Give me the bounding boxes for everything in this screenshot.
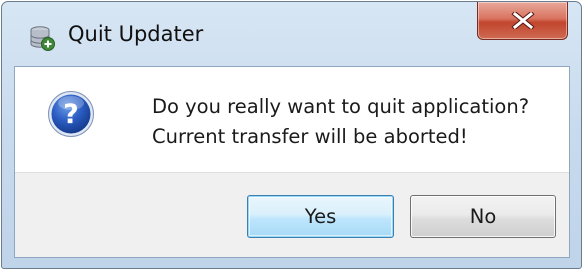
dialog-client-area: ? Do you really want to quit application… [14,66,570,258]
close-button[interactable] [477,2,568,40]
svg-text:?: ? [63,99,79,130]
message-area: ? Do you really want to quit application… [15,67,569,172]
dialog-window: Quit Updater ? Do you really want to qui… [1,1,582,269]
dialog-message: Do you really want to quit application? … [152,92,529,152]
message-line-1: Do you really want to quit application? [152,95,530,118]
question-icon: ? [47,90,95,138]
no-button[interactable]: No [410,195,556,238]
window-title: Quit Updater [68,22,204,46]
updater-app-icon [28,24,56,52]
yes-button[interactable]: Yes [247,195,394,238]
message-line-2: Current transfer will be aborted! [152,125,468,148]
title-bar[interactable]: Quit Updater [2,2,581,70]
button-bar: Yes No [15,172,569,257]
